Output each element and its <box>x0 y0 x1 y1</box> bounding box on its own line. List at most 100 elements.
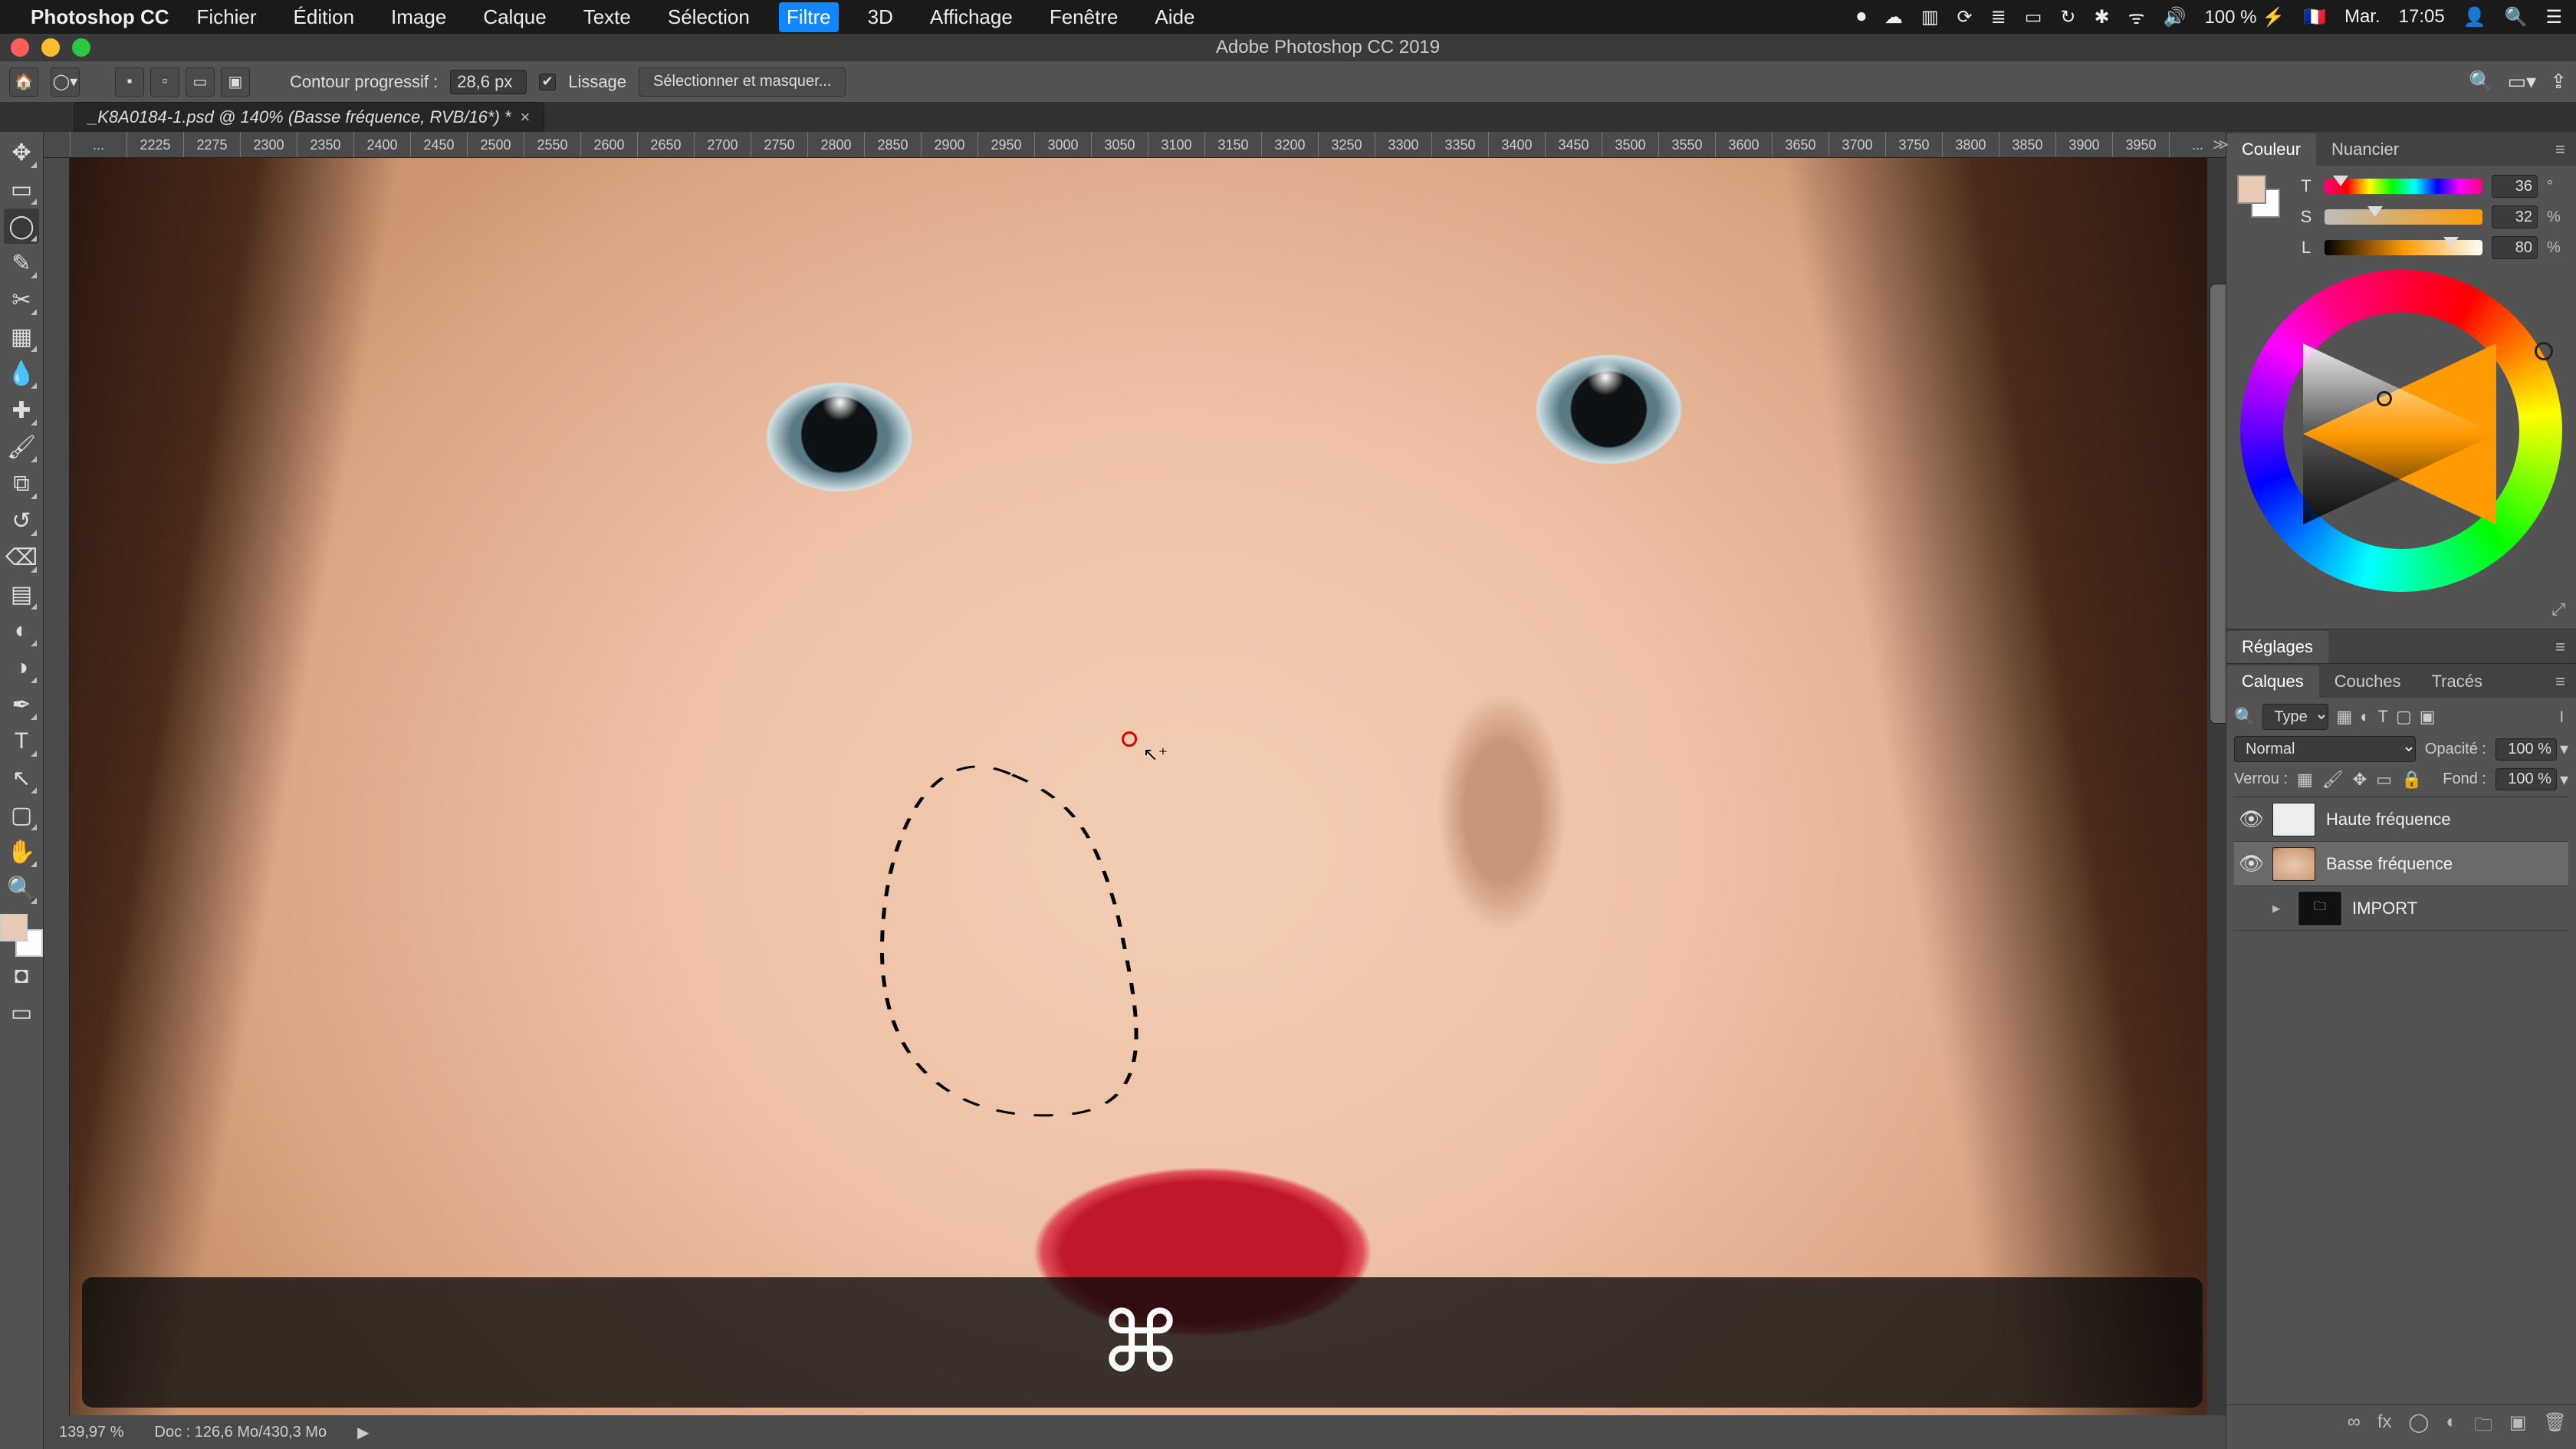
close-tab-icon[interactable]: × <box>520 107 530 127</box>
adjustment-layer-icon[interactable]: ◐ <box>2446 1411 2457 1443</box>
canvas[interactable]: ↖⁺ <box>70 158 2207 1415</box>
display-icon[interactable]: ▭ <box>2025 6 2042 28</box>
menu-fenetre[interactable]: Fenêtre <box>1042 2 1126 32</box>
adjust-panel-menu-icon[interactable]: ≡ <box>2545 631 2576 663</box>
dodge-tool[interactable]: ◑ <box>4 650 39 685</box>
tab-reglages[interactable]: Réglages <box>2226 631 2328 663</box>
intersect-selection-button[interactable]: ▣ <box>221 67 250 97</box>
home-button[interactable]: 🏠 <box>9 67 38 97</box>
layer-name[interactable]: IMPORT <box>2352 899 2417 918</box>
hue-value-input[interactable] <box>2492 175 2538 198</box>
user-icon[interactable]: 👤 <box>2463 6 2486 28</box>
battery-text[interactable]: 100 % ⚡ <box>2204 6 2285 28</box>
quick-mask-icon[interactable]: ◘ <box>4 958 39 994</box>
layer-thumbnail[interactable] <box>2272 803 2315 836</box>
zoom-level[interactable]: 139,97 % <box>59 1424 124 1441</box>
sync-icon[interactable]: ⟳ <box>1957 6 1973 28</box>
input-flag[interactable]: 🇫🇷 <box>2303 6 2326 28</box>
horizontal-ruler[interactable]: ...2225227523002350240024502500255026002… <box>44 132 2226 158</box>
shape-tool[interactable]: ▢ <box>4 797 39 833</box>
color-fg-bg-swatch[interactable] <box>2237 175 2280 218</box>
opacity-chevron-icon[interactable]: ▾ <box>2560 739 2568 759</box>
search-icon[interactable]: 🔍 <box>2469 70 2493 94</box>
filter-shape-icon[interactable]: ▢ <box>2396 707 2412 727</box>
document-tab[interactable]: _K8A0184-1.psd @ 140% (Basse fréquence, … <box>74 102 544 132</box>
timemachine-icon[interactable]: ↻ <box>2060 6 2075 28</box>
align-icon[interactable]: ≣ <box>1991 6 2006 28</box>
antialias-checkbox[interactable]: ✔ <box>539 74 556 90</box>
share-icon[interactable]: ⇪ <box>2550 70 2567 94</box>
filter-smart-icon[interactable]: ▣ <box>2420 707 2436 727</box>
delete-layer-icon[interactable]: 🗑 <box>2544 1411 2567 1443</box>
layer-row[interactable]: 👁Basse fréquence <box>2234 842 2568 886</box>
menu-calque[interactable]: Calque <box>475 2 554 32</box>
subtract-selection-button[interactable]: ▭ <box>186 67 215 97</box>
layer-visibility-icon[interactable]: 👁 <box>2239 807 2262 831</box>
eyedropper-tool[interactable]: 💧 <box>4 356 39 391</box>
layer-mask-icon[interactable]: ◯ <box>2408 1411 2429 1443</box>
sat-value-input[interactable] <box>2492 205 2538 228</box>
minimize-window-icon[interactable] <box>41 38 60 57</box>
color-panel-menu-icon[interactable]: ≡ <box>2545 133 2576 166</box>
eraser-tool[interactable]: ⌫ <box>4 540 39 575</box>
menu-fichier[interactable]: Fichier <box>189 2 264 32</box>
select-and-mask-button[interactable]: Sélectionner et masquer... <box>639 67 846 97</box>
close-window-icon[interactable] <box>11 38 29 57</box>
spotlight-icon[interactable]: 🔍 <box>2505 6 2528 28</box>
hue-ring-marker-icon[interactable] <box>2535 342 2553 360</box>
filter-type-icon[interactable]: T <box>2378 707 2388 727</box>
filter-toggle-icon[interactable]: ⏽ <box>2555 707 2568 727</box>
layer-style-icon[interactable]: fx <box>2377 1411 2392 1443</box>
traffic-lights[interactable] <box>11 38 90 57</box>
zoom-window-icon[interactable] <box>72 38 90 57</box>
menu-affichage[interactable]: Affichage <box>922 2 1020 32</box>
filter-pixel-icon[interactable]: ▦ <box>2336 707 2352 727</box>
lock-pixels-icon[interactable]: 🖌 <box>2322 770 2344 790</box>
opacity-input[interactable] <box>2496 738 2557 761</box>
heal-tool[interactable]: ✚ <box>4 393 39 428</box>
tab-traces[interactable]: Tracés <box>2417 665 2498 698</box>
sat-slider[interactable] <box>2325 209 2482 225</box>
lum-value-input[interactable] <box>2492 236 2538 259</box>
menu-aide[interactable]: Aide <box>1147 2 1202 32</box>
toolbox-fg-swatch[interactable] <box>0 914 28 941</box>
stamp-tool[interactable]: ⧉ <box>4 466 39 501</box>
path-select-tool[interactable]: ↖ <box>4 761 39 796</box>
group-disclose-icon[interactable]: ▸ <box>2272 899 2288 918</box>
crop-tool[interactable]: ✂ <box>4 282 39 317</box>
layer-visibility-icon[interactable]: 👁 <box>2239 852 2262 876</box>
lasso-tool[interactable]: ◯ <box>4 209 39 244</box>
fan-icon[interactable]: ✱ <box>2095 6 2110 28</box>
fg-bg-swatches[interactable] <box>0 914 43 957</box>
tool-preset-button[interactable]: ◯▾ <box>51 67 80 97</box>
layer-name[interactable]: Haute fréquence <box>2326 810 2451 830</box>
lock-transparency-icon[interactable]: ▦ <box>2297 770 2313 790</box>
control-center-icon[interactable]: ☰ <box>2545 6 2562 28</box>
zoom-tool[interactable]: 🔍 <box>4 871 39 906</box>
window-titlebar[interactable]: Adobe Photoshop CC 2019 <box>0 34 2576 61</box>
tab-calques[interactable]: Calques <box>2226 665 2319 698</box>
vertical-scrollbar[interactable] <box>2207 158 2226 1415</box>
macos-menubar[interactable]: Photoshop CC Fichier Édition Image Calqu… <box>0 0 2576 34</box>
tab-couleur[interactable]: Couleur <box>2226 133 2316 166</box>
lock-position-icon[interactable]: ✥ <box>2353 770 2367 790</box>
layer-row[interactable]: 👁 Haute fréquence <box>2234 797 2568 842</box>
clock-time[interactable]: 17:05 <box>2399 6 2445 28</box>
app-name[interactable]: Photoshop CC <box>31 5 169 29</box>
quick-select-tool[interactable]: ✎ <box>4 245 39 281</box>
color-triangle-marker-icon[interactable] <box>2377 391 2392 406</box>
menu-selection[interactable]: Sélection <box>660 2 757 32</box>
screen-mode-icon[interactable]: ▭ <box>4 995 39 1030</box>
new-group-icon[interactable]: 🗀 <box>2474 1411 2492 1443</box>
folder-icon[interactable]: 🗀 <box>2298 892 2341 925</box>
layer-filter-search-icon[interactable]: 🔍 <box>2234 707 2255 727</box>
status-arrow-icon[interactable]: ▶ <box>357 1423 369 1442</box>
menu-texte[interactable]: Texte <box>576 2 639 32</box>
add-selection-button[interactable]: ▫ <box>150 67 179 97</box>
layer-thumbnail[interactable] <box>2272 847 2315 881</box>
link-layers-icon[interactable]: ∞ <box>2348 1411 2361 1443</box>
pen-tool[interactable]: ✒ <box>4 687 39 722</box>
layer-row[interactable]: ▸ 🗀 IMPORT <box>2234 886 2568 931</box>
layer-filter-type[interactable]: Type <box>2262 704 2328 730</box>
brush-tool[interactable]: 🖌 <box>4 429 39 465</box>
